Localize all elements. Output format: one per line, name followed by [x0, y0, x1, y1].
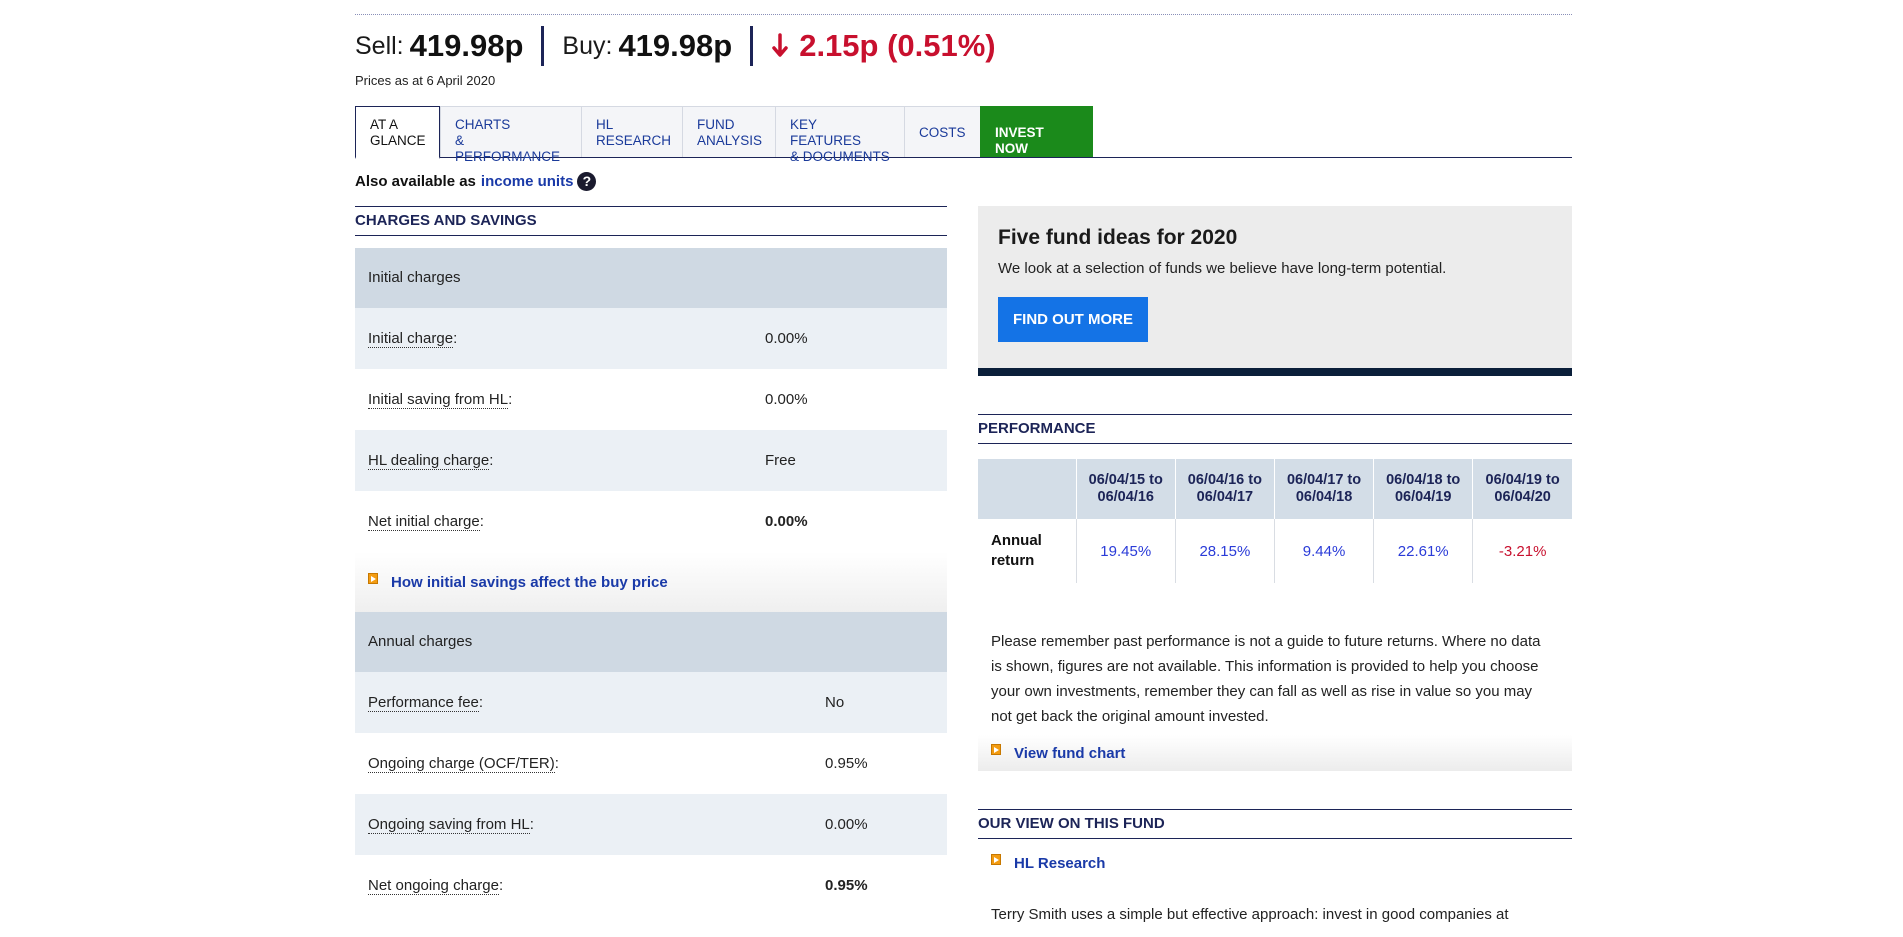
table-header-row: 06/04/15 to 06/04/16 06/04/16 to 06/04/1… [978, 459, 1572, 519]
arrow-down-icon [772, 33, 788, 57]
annual-charges-header: Annual charges [355, 612, 947, 672]
buy-price: 419.98p [618, 28, 733, 63]
find-out-more-button[interactable]: FIND OUT MORE [998, 297, 1148, 342]
hl-research-link-text[interactable]: HL Research [1014, 855, 1105, 872]
view-fund-chart-text[interactable]: View fund chart [1014, 745, 1125, 762]
performance-title: PERFORMANCE [978, 414, 1572, 444]
charge-label[interactable]: Ongoing saving from HL: [368, 816, 534, 834]
tab-at-a-glance[interactable]: AT A GLANCE [355, 106, 440, 159]
tab-charts-performance[interactable]: CHARTS & PERFORMANCE [440, 106, 581, 164]
table-cell: 22.61% [1373, 519, 1473, 583]
charge-label[interactable]: Performance fee: [368, 694, 483, 712]
charge-row: HL dealing charge: Free [355, 430, 947, 491]
charge-row: Net initial charge: 0.00% [355, 491, 947, 552]
initial-savings-link-text[interactable]: How initial savings affect the buy price [391, 574, 668, 591]
promo-title: Five fund ideas for 2020 [998, 226, 1238, 249]
charge-value: 0.95% [825, 755, 868, 772]
initial-charges-header: Initial charges [355, 248, 947, 308]
price-change-value: 2.15p (0.51%) [799, 28, 996, 63]
promo-box: Five fund ideas for 2020 We look at a se… [978, 206, 1572, 376]
price-change: 2.15p (0.51%) [771, 28, 996, 64]
table-header-period: 06/04/19 to 06/04/20 [1472, 459, 1572, 519]
hl-research-link[interactable]: HL Research [978, 839, 1572, 872]
tab-key-features-documents[interactable]: KEY FEATURES & DOCUMENTS [775, 106, 904, 164]
arrow-bullet-icon [991, 854, 1001, 865]
sell-price: 419.98p [409, 28, 524, 63]
charge-value: 0.95% [825, 877, 868, 894]
also-available: Also available as income units ? [355, 172, 597, 191]
sell-label: Sell: [355, 31, 404, 60]
table-header-period: 06/04/15 to 06/04/16 [1075, 459, 1176, 519]
charges-title: CHARGES AND SAVINGS [355, 206, 947, 236]
our-view-text: Terry Smith uses a simple but effective … [991, 906, 1509, 923]
charge-label[interactable]: HL dealing charge: [368, 452, 493, 470]
charge-label[interactable]: Initial charge: [368, 330, 457, 348]
table-cell: -3.21% [1472, 519, 1572, 583]
charges-section: CHARGES AND SAVINGS Initial charges Init… [355, 206, 947, 916]
prices-as-at: Prices as at 6 April 2020 [355, 73, 496, 88]
table-row: Annual return 19.45% 28.15% 9.44% 22.61%… [978, 519, 1572, 583]
promo-text: We look at a selection of funds we belie… [998, 260, 1447, 277]
charge-row: Initial saving from HL: 0.00% [355, 369, 947, 430]
title-divider [355, 14, 1572, 15]
annual-return-label: Annual return [991, 532, 1042, 569]
table-header-period: 06/04/16 to 06/04/17 [1174, 459, 1275, 519]
table-header-period: 06/04/17 to 06/04/18 [1273, 459, 1374, 519]
view-fund-chart-link[interactable]: View fund chart [978, 735, 1572, 771]
charge-label[interactable]: Ongoing charge (OCF/TER): [368, 755, 559, 773]
charge-label[interactable]: Net initial charge: [368, 513, 484, 531]
table-cell: 19.45% [1075, 519, 1176, 583]
price-row: Sell: 419.98p Buy: 419.98p 2.15p (0.51%) [355, 24, 996, 68]
invest-now-button[interactable]: INVEST NOW [980, 106, 1093, 157]
performance-disclaimer: Please remember past performance is not … [991, 633, 1541, 725]
arrow-bullet-icon [991, 743, 1001, 755]
fund-tabs: AT A GLANCE CHARTS & PERFORMANCE HL RESE… [355, 106, 1572, 164]
charge-row: Initial charge: 0.00% [355, 308, 947, 369]
price-separator [750, 26, 754, 66]
charge-row: Net ongoing charge: 0.95% [355, 855, 947, 916]
charge-row: Ongoing saving from HL: 0.00% [355, 794, 947, 855]
also-available-text: Also available as [355, 173, 476, 190]
charge-value: 0.00% [825, 816, 868, 833]
charge-value: No [825, 694, 845, 711]
tab-fund-analysis[interactable]: FUND ANALYSIS [682, 106, 775, 157]
table-header-period: 06/04/18 to 06/04/19 [1373, 459, 1473, 519]
table-header-empty [978, 459, 1077, 519]
initial-savings-link[interactable]: How initial savings affect the buy price [355, 552, 947, 612]
charge-value: 0.00% [765, 391, 808, 408]
charge-row: Ongoing charge (OCF/TER): 0.95% [355, 733, 947, 794]
tab-costs[interactable]: COSTS [904, 106, 980, 157]
arrow-bullet-icon [368, 572, 378, 584]
charge-value: 0.00% [765, 513, 808, 530]
charge-label[interactable]: Net ongoing charge: [368, 877, 503, 895]
right-column: Five fund ideas for 2020 We look at a se… [978, 206, 1572, 923]
table-cell: 9.44% [1273, 519, 1374, 583]
table-cell: 28.15% [1174, 519, 1275, 583]
price-separator [541, 26, 545, 66]
charge-row: Performance fee: No [355, 672, 947, 733]
charge-value: 0.00% [765, 330, 808, 347]
income-units-link[interactable]: income units [481, 173, 574, 190]
performance-table: 06/04/15 to 06/04/16 06/04/16 to 06/04/1… [978, 459, 1572, 583]
tab-hl-research[interactable]: HL RESEARCH [581, 106, 682, 157]
help-icon[interactable]: ? [577, 172, 597, 191]
our-view-title: OUR VIEW ON THIS FUND [978, 809, 1572, 839]
charge-value: Free [765, 452, 796, 469]
buy-label: Buy: [562, 31, 613, 60]
charge-label[interactable]: Initial saving from HL: [368, 391, 512, 409]
